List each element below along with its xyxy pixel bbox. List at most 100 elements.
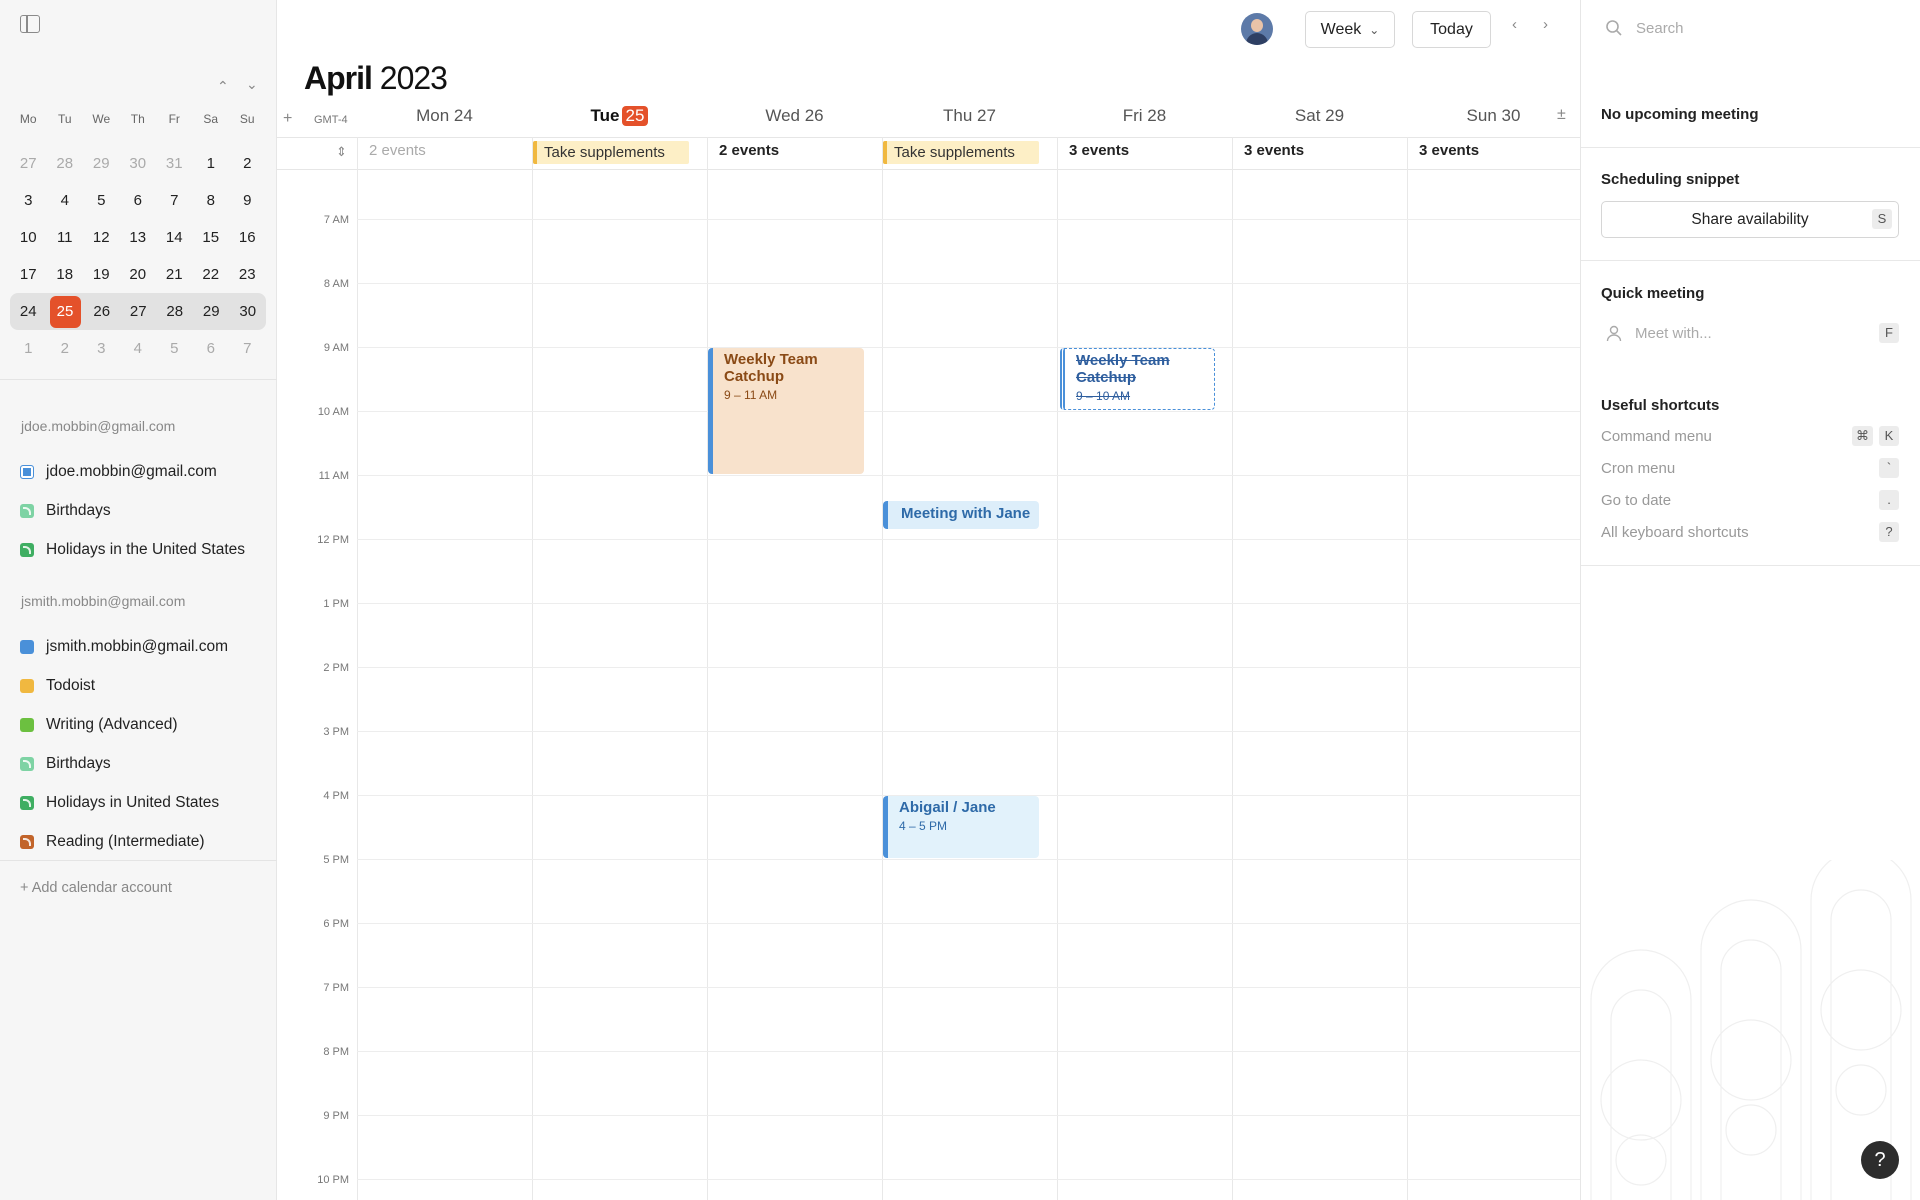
- mini-calendar-day[interactable]: 10: [10, 222, 47, 254]
- mini-calendar-day[interactable]: 6: [193, 333, 230, 365]
- mini-calendar-day[interactable]: 28: [47, 148, 84, 180]
- mini-calendar-day[interactable]: 3: [83, 333, 120, 365]
- mini-calendar-day[interactable]: 8: [193, 185, 230, 217]
- calendar-list-item[interactable]: Todoist: [20, 677, 95, 695]
- shortcut-item[interactable]: Cron menu `: [1601, 458, 1899, 478]
- mini-calendar-day[interactable]: 27: [120, 296, 157, 328]
- calendar-event[interactable]: Meeting with Jane: [883, 501, 1039, 529]
- calendar-event[interactable]: Weekly Team Catchup 9 – 11 AM: [708, 348, 864, 474]
- calendar-color-swatch[interactable]: [20, 718, 34, 732]
- shortcut-key: .: [1879, 490, 1899, 510]
- mini-calendar-day[interactable]: 25: [49, 295, 81, 328]
- collapse-allday-icon[interactable]: ⇕: [336, 144, 347, 160]
- avatar[interactable]: [1241, 13, 1273, 45]
- add-timezone-icon[interactable]: +: [283, 110, 292, 128]
- mini-calendar-day[interactable]: 27: [10, 148, 47, 180]
- shortcut-item[interactable]: Go to date.: [1601, 490, 1899, 510]
- day-header[interactable]: Thu 27: [882, 106, 1057, 136]
- mini-calendar-day[interactable]: 29: [193, 296, 230, 328]
- mini-calendar-day[interactable]: 21: [156, 259, 193, 291]
- add-calendar-account-button[interactable]: + Add calendar account: [20, 880, 172, 896]
- today-button[interactable]: Today: [1412, 11, 1491, 48]
- mini-calendar-day[interactable]: 18: [47, 259, 84, 291]
- day-header[interactable]: Tue 25: [532, 106, 707, 136]
- mini-calendar-day[interactable]: 19: [83, 259, 120, 291]
- search-input[interactable]: Search: [1605, 19, 1684, 37]
- calendar-list-item[interactable]: Writing (Advanced): [20, 716, 178, 734]
- day-header[interactable]: Sun 30: [1407, 106, 1580, 136]
- mini-calendar-day[interactable]: 5: [156, 333, 193, 365]
- mini-calendar-day[interactable]: 31: [156, 148, 193, 180]
- day-header[interactable]: Mon 24: [357, 106, 532, 136]
- mini-calendar-day[interactable]: 15: [193, 222, 230, 254]
- view-selector[interactable]: Week ⌄: [1305, 11, 1395, 48]
- mini-calendar-day[interactable]: 29: [83, 148, 120, 180]
- mini-calendar-day[interactable]: 11: [47, 222, 84, 254]
- mini-calendar-day[interactable]: 4: [120, 333, 157, 365]
- mini-calendar-day[interactable]: 1: [10, 333, 47, 365]
- calendar-color-swatch[interactable]: [20, 465, 34, 479]
- hour-label: 12 PM: [317, 534, 349, 546]
- mini-calendar-day[interactable]: 1: [193, 148, 230, 180]
- day-header[interactable]: Fri 28: [1057, 106, 1232, 136]
- mini-calendar-day[interactable]: 14: [156, 222, 193, 254]
- allday-event[interactable]: Take supplements: [533, 141, 689, 164]
- allday-event-count[interactable]: 2 events: [719, 142, 779, 159]
- mini-calendar-day[interactable]: 28: [157, 296, 194, 328]
- calendar-list-item[interactable]: jdoe.mobbin@gmail.com: [20, 463, 217, 481]
- mini-calendar-day[interactable]: 5: [83, 185, 120, 217]
- mini-calendar-day[interactable]: 30: [230, 296, 267, 328]
- rss-feed-icon[interactable]: [20, 757, 34, 771]
- mini-calendar-day[interactable]: 13: [120, 222, 157, 254]
- mini-calendar-day[interactable]: 2: [47, 333, 84, 365]
- mini-calendar-day[interactable]: 20: [120, 259, 157, 291]
- rss-feed-icon[interactable]: [20, 796, 34, 810]
- allday-event-count[interactable]: 3 events: [1244, 142, 1304, 159]
- mini-calendar-day[interactable]: 17: [10, 259, 47, 291]
- sidebar-toggle-icon[interactable]: [20, 15, 40, 33]
- rss-feed-icon[interactable]: [20, 504, 34, 518]
- mini-calendar-day[interactable]: 16: [229, 222, 266, 254]
- mini-calendar-day[interactable]: 22: [193, 259, 230, 291]
- mini-calendar-day[interactable]: 7: [229, 333, 266, 365]
- allday-event-count[interactable]: 3 events: [1069, 142, 1129, 159]
- chevron-down-icon[interactable]: ⌄: [246, 76, 258, 93]
- mini-calendar-day[interactable]: 24: [10, 296, 47, 328]
- shortcut-item[interactable]: Command menu ⌘ K: [1601, 426, 1899, 446]
- help-button[interactable]: ?: [1861, 1141, 1899, 1179]
- mini-calendar-day[interactable]: 7: [156, 185, 193, 217]
- allday-event-count[interactable]: 3 events: [1419, 142, 1479, 159]
- rss-feed-icon[interactable]: [20, 543, 34, 557]
- calendar-event[interactable]: Weekly Team Catchup 9 – 10 AM: [1060, 348, 1215, 410]
- day-label: Tue: [590, 106, 620, 125]
- allday-event[interactable]: Take supplements: [883, 141, 1039, 164]
- rss-feed-icon[interactable]: [20, 835, 34, 849]
- meet-with-input[interactable]: Meet with... F: [1601, 318, 1899, 348]
- calendar-list-item[interactable]: Holidays in United States: [20, 794, 219, 812]
- mini-calendar-day[interactable]: 12: [83, 222, 120, 254]
- next-week-icon[interactable]: ›: [1543, 16, 1548, 33]
- mini-calendar-day[interactable]: 3: [10, 185, 47, 217]
- chevron-up-icon[interactable]: ⌃: [217, 78, 229, 95]
- calendar-color-swatch[interactable]: [20, 679, 34, 693]
- calendar-list-item[interactable]: Reading (Intermediate): [20, 833, 205, 851]
- day-header[interactable]: Wed 26: [707, 106, 882, 136]
- mini-calendar-day[interactable]: 6: [120, 185, 157, 217]
- shortcut-item[interactable]: All keyboard shortcuts?: [1601, 522, 1899, 542]
- calendar-list-item[interactable]: Birthdays: [20, 755, 111, 773]
- calendar-list-item[interactable]: jsmith.mobbin@gmail.com: [20, 638, 228, 656]
- calendar-color-swatch[interactable]: [20, 640, 34, 654]
- allday-event-count[interactable]: 2 events: [369, 142, 426, 159]
- previous-week-icon[interactable]: ‹: [1512, 16, 1517, 33]
- mini-calendar-day[interactable]: 30: [120, 148, 157, 180]
- day-header[interactable]: Sat 29: [1232, 106, 1407, 136]
- calendar-list-item[interactable]: Birthdays: [20, 502, 111, 520]
- calendar-list-item[interactable]: Holidays in the United States: [20, 541, 245, 559]
- share-availability-button[interactable]: Share availability S: [1601, 201, 1899, 238]
- mini-calendar-day[interactable]: 2: [229, 148, 266, 180]
- calendar-event[interactable]: Abigail / Jane 4 – 5 PM: [883, 796, 1039, 858]
- mini-calendar-day[interactable]: 26: [84, 296, 121, 328]
- mini-calendar-day[interactable]: 4: [47, 185, 84, 217]
- mini-calendar-day[interactable]: 23: [229, 259, 266, 291]
- mini-calendar-day[interactable]: 9: [229, 185, 266, 217]
